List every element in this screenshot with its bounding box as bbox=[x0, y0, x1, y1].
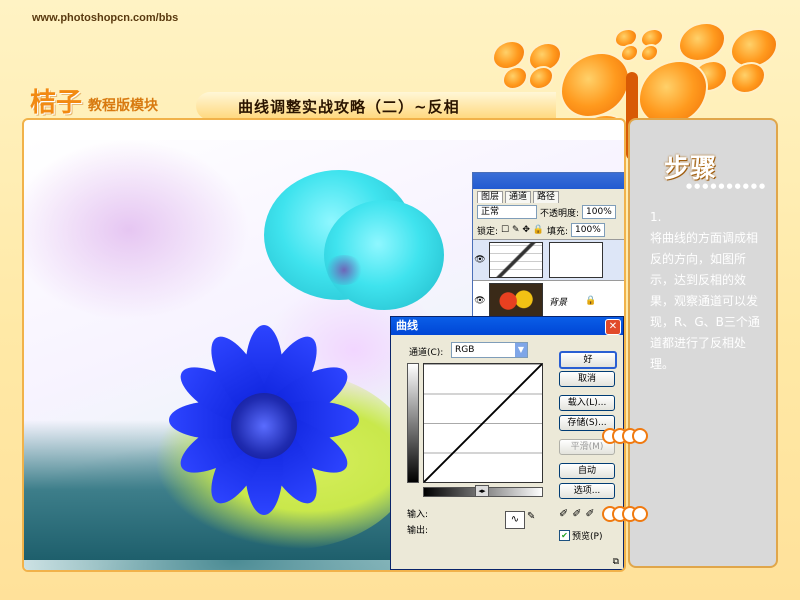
opacity-label: 不透明度: bbox=[540, 208, 580, 219]
curve-tool-icon[interactable]: ∿ bbox=[505, 511, 525, 529]
background-thumbnail bbox=[489, 283, 543, 319]
screenshot-frame: 图层 通道 路径 正常 不透明度: 100% 锁定: ☐ ✎ ✥ 🔒 填充: 1… bbox=[22, 118, 626, 572]
resize-icon[interactable]: ⧉ bbox=[613, 557, 619, 567]
blue-flower bbox=[164, 325, 364, 515]
page-title: 曲线调整实战攻略（二）~反相 bbox=[238, 98, 460, 116]
curves-dialog-title: 曲线 bbox=[396, 319, 418, 332]
steps-heading: 步骤 bbox=[664, 154, 717, 184]
preview-checkbox[interactable]: ✔ bbox=[559, 530, 570, 541]
auto-button[interactable]: 自动 bbox=[559, 463, 615, 479]
preview-checkbox-row: ✔ 预览(P) bbox=[559, 529, 602, 542]
channel-value: RGB bbox=[455, 345, 475, 355]
layer-mask-thumbnail bbox=[549, 242, 603, 278]
ok-button[interactable]: 好 bbox=[559, 351, 617, 369]
site-url: www.photoshopcn.com/bbs bbox=[32, 12, 179, 24]
channel-select[interactable]: RGB ▼ bbox=[451, 342, 528, 358]
lock-icons[interactable]: ☐ ✎ ✥ 🔒 bbox=[501, 225, 544, 235]
gradient-toggle-icon[interactable]: ◂▸ bbox=[475, 485, 489, 497]
fill-input[interactable]: 100% bbox=[571, 223, 605, 237]
eyedropper-icons[interactable]: ✐✐✐ bbox=[559, 507, 599, 520]
brand-logo: 桔子 教程版模块 bbox=[30, 82, 158, 119]
curves-adjustment-layer[interactable]: 👁 bbox=[473, 239, 624, 280]
lock-label: 锁定: bbox=[477, 226, 499, 237]
cancel-button[interactable]: 取消 bbox=[559, 371, 615, 387]
layers-panel: 图层 通道 路径 正常 不透明度: 100% 锁定: ☐ ✎ ✥ 🔒 填充: 1… bbox=[472, 172, 624, 324]
lock-icon: 🔒 bbox=[585, 296, 597, 306]
close-icon[interactable]: ✕ bbox=[605, 319, 621, 335]
chevron-down-icon[interactable]: ▼ bbox=[515, 343, 527, 357]
lock-row: 锁定: ☐ ✎ ✥ 🔒 填充: 100% bbox=[473, 221, 624, 239]
input-label: 输入: bbox=[407, 510, 429, 520]
curves-dialog-titlebar[interactable]: 曲线 ✕ bbox=[391, 317, 623, 335]
fill-label: 填充: bbox=[547, 226, 569, 237]
load-button[interactable]: 载入(L)... bbox=[559, 395, 615, 411]
background-layer-name: 背景 bbox=[549, 297, 568, 308]
background-layer[interactable]: 👁 背景 🔒 bbox=[473, 280, 624, 321]
curves-graph[interactable] bbox=[423, 363, 543, 483]
tab-channels[interactable]: 通道 bbox=[505, 191, 532, 203]
output-gradient-bar bbox=[407, 363, 419, 483]
pencil-icon[interactable]: ✎ bbox=[527, 511, 535, 522]
output-label: 输出: bbox=[407, 526, 429, 536]
channel-label: 通道(C): bbox=[409, 348, 444, 358]
layers-panel-tabs: 图层 通道 路径 bbox=[473, 189, 624, 203]
layers-panel-titlebar[interactable] bbox=[473, 173, 624, 189]
curves-dialog: 曲线 ✕ 通道(C): RGB ▼ ◂▸ 输入: 输出: ∿ ✎ 好 取消 载入… bbox=[390, 316, 624, 570]
blend-mode-select[interactable]: 正常 bbox=[477, 205, 537, 219]
eye-icon[interactable]: 👁 bbox=[473, 296, 487, 306]
preview-label: 预览(P) bbox=[572, 532, 603, 542]
tab-paths[interactable]: 路径 bbox=[533, 191, 560, 203]
blend-row: 正常 不透明度: 100% bbox=[473, 203, 624, 221]
eye-icon[interactable]: 👁 bbox=[473, 255, 487, 265]
brand-name: 桔子 bbox=[30, 88, 83, 118]
options-button[interactable]: 选项... bbox=[559, 483, 615, 499]
blue-flower-center bbox=[231, 393, 297, 459]
opacity-input[interactable]: 100% bbox=[582, 205, 616, 219]
step-number: 1. bbox=[650, 210, 662, 224]
steps-dots-decoration: ●●●●●●●●●● bbox=[686, 182, 768, 190]
cyan-flower-center bbox=[324, 255, 364, 285]
curves-thumbnail-icon bbox=[489, 242, 543, 278]
step-description: 将曲线的方面调成相反的方向，如图所示，达到反相的效果，观察通道可以发现，R、G、… bbox=[650, 231, 760, 371]
tab-layers[interactable]: 图层 bbox=[477, 191, 504, 203]
butterfly-icon bbox=[492, 40, 562, 95]
brand-subtitle: 教程版模块 bbox=[88, 98, 159, 114]
